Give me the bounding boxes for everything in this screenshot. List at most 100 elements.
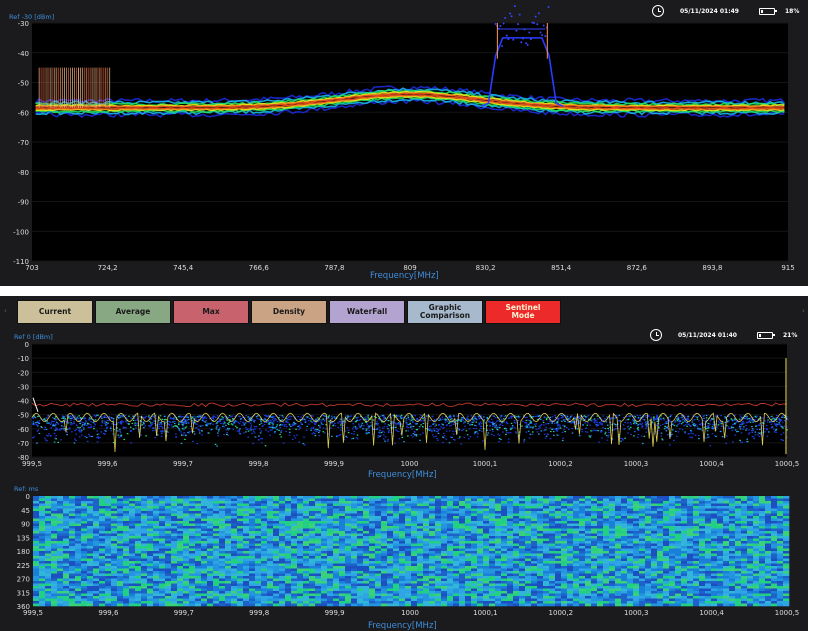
- waterfall-cell: [363, 521, 370, 524]
- tab-average[interactable]: Average: [95, 300, 171, 324]
- density-point: [253, 430, 255, 432]
- density-point: [745, 429, 747, 431]
- waterfall-cell: [327, 531, 334, 534]
- waterfall-cell: [747, 523, 754, 527]
- waterfall-cell: [321, 496, 328, 499]
- waterfall-cell: [585, 531, 592, 534]
- density-point: [416, 417, 418, 420]
- top-x-axis-label: Frequency[MHz]: [370, 271, 439, 281]
- waterfall-cell: [783, 516, 790, 519]
- scroll-left-icon[interactable]: ‹: [4, 307, 10, 317]
- density-point: [158, 423, 161, 426]
- density-point: [108, 419, 110, 422]
- tab-waterfall[interactable]: WaterFall: [329, 300, 405, 324]
- density-point: [66, 428, 69, 430]
- density-point: [382, 434, 385, 436]
- density-point: [296, 434, 298, 436]
- density-point: [324, 415, 327, 417]
- density-point: [243, 432, 245, 434]
- tab-graphic-comparison[interactable]: Graphic Comparison: [407, 300, 483, 324]
- density-point: [258, 428, 261, 430]
- waterfall-cell: [411, 511, 418, 514]
- waterfall-cell: [57, 518, 64, 522]
- waterfall-cell: [423, 536, 430, 539]
- density-point: [491, 428, 494, 430]
- density-point: [70, 416, 73, 418]
- tab-density[interactable]: Density: [251, 300, 327, 324]
- waterfall-cell: [639, 536, 646, 539]
- waterfall-cell: [201, 518, 208, 522]
- waterfall-cell: [663, 526, 670, 529]
- tab-sentinel-mode[interactable]: Sentinel Mode: [485, 300, 561, 324]
- waterfall-cell: [267, 498, 274, 502]
- density-point: [553, 434, 555, 436]
- waterfall-cell: [507, 516, 514, 519]
- density-point: [551, 428, 553, 430]
- density-point: [542, 421, 545, 424]
- waterfall-cell: [501, 518, 508, 522]
- waterfall-cell: [495, 526, 502, 529]
- waterfall-cell: [489, 533, 496, 537]
- waterfall-cell: [339, 496, 346, 499]
- density-point: [351, 428, 354, 430]
- waterfall-cell: [411, 518, 418, 522]
- density-point: [757, 434, 759, 436]
- waterfall-cell: [579, 498, 586, 502]
- waterfall-cell: [303, 501, 310, 504]
- waterfall-cell: [303, 503, 310, 507]
- density-point: [193, 415, 195, 417]
- waterfall-cell: [579, 523, 586, 527]
- density-point: [664, 425, 666, 428]
- density-point: [405, 420, 408, 422]
- density-point: [431, 429, 433, 431]
- waterfall-cell: [315, 501, 322, 504]
- density-point: [159, 415, 162, 417]
- waterfall-cell: [435, 506, 442, 509]
- waterfall-cell: [357, 516, 364, 519]
- waterfall-cell: [621, 503, 628, 507]
- density-point: [221, 425, 224, 427]
- density-point: [528, 426, 531, 429]
- waterfall-cell: [237, 503, 244, 507]
- waterfall-cell: [471, 526, 478, 529]
- scroll-right-icon[interactable]: ›: [802, 307, 808, 317]
- waterfall-cell: [609, 533, 616, 537]
- waterfall-cell: [387, 533, 394, 537]
- density-point: [547, 422, 549, 425]
- density-point: [384, 417, 387, 419]
- waterfall-cell: [465, 533, 472, 537]
- density-point: [661, 423, 664, 426]
- density-point: [744, 417, 747, 419]
- density-point: [75, 428, 78, 430]
- waterfall-cell: [69, 526, 76, 529]
- density-point: [414, 415, 416, 417]
- tab-max[interactable]: Max: [173, 300, 249, 324]
- density-point: [545, 418, 548, 421]
- density-point: [250, 424, 253, 426]
- density-point: [68, 428, 71, 430]
- waterfall-cell: [441, 533, 448, 537]
- waterfall-cell: [201, 533, 208, 537]
- waterfall-cell: [753, 496, 760, 499]
- tab-current[interactable]: Current: [17, 300, 93, 324]
- density-point: [726, 421, 729, 424]
- waterfall-cell: [735, 531, 742, 534]
- waterfall-cell: [99, 516, 106, 519]
- waterfall-cell: [45, 503, 52, 507]
- density-point: [493, 434, 495, 437]
- waterfall-cell: [297, 516, 304, 519]
- waterfall-cell: [441, 511, 448, 514]
- waterfall-cell: [129, 498, 136, 502]
- waterfall-cell: [183, 538, 190, 542]
- waterfall-cell: [189, 513, 196, 517]
- density-point: [53, 420, 55, 423]
- density-point: [193, 433, 196, 435]
- waterfall-cell: [651, 523, 658, 527]
- waterfall-cell: [555, 518, 562, 522]
- waterfall-cell: [687, 508, 694, 512]
- waterfall-cell: [45, 496, 52, 499]
- waterfall-cell: [495, 496, 502, 499]
- density-point: [377, 436, 380, 438]
- waterfall-cell: [423, 511, 430, 514]
- density-point: [265, 416, 267, 418]
